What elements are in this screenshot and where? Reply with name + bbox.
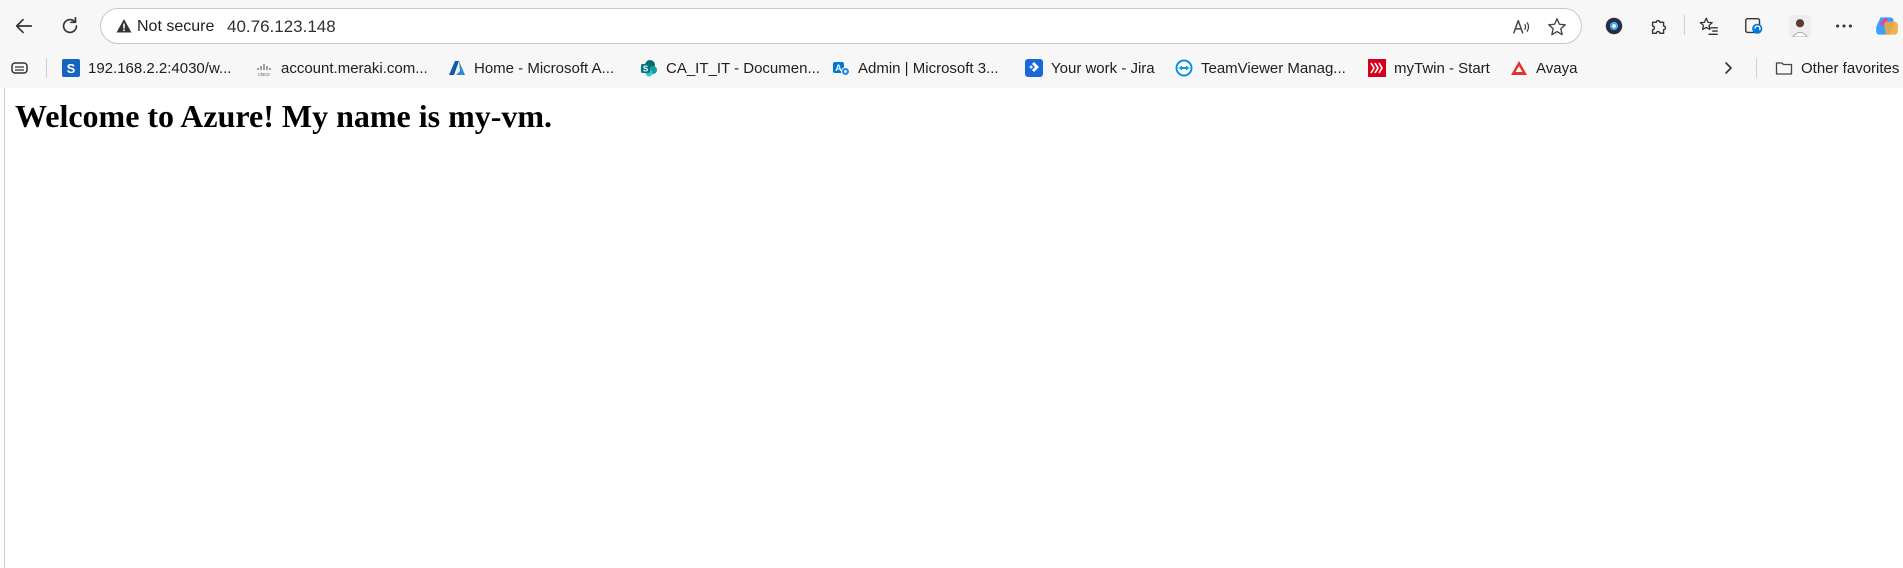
favorites-button[interactable] [1693,10,1725,42]
copilot-extension-button[interactable] [1598,10,1630,42]
azure-icon [448,59,466,77]
teamviewer-icon [1175,59,1193,77]
svg-text:cisco: cisco [258,72,270,77]
copilot-button[interactable] [1874,10,1903,42]
tab-actions-icon [11,62,28,74]
favorites-bar: S 192.168.2.2:4030/w... cisco account.me… [0,52,1903,84]
favorites-divider [1756,58,1757,78]
bookmark-label: Your work - Jira [1051,59,1155,77]
read-aloud-icon [1512,19,1530,34]
page-content: Welcome to Azure! My name is my-vm. [4,88,1903,568]
puzzle-icon [1651,19,1667,35]
page-title: Welcome to Azure! My name is my-vm. [15,98,553,134]
browser-toolbar: Not secure 40.76.123.148 [0,0,1903,50]
settings-more-button[interactable] [1828,10,1860,42]
url-text[interactable]: 40.76.123.148 [227,17,336,37]
bookmark-label: myTwin - Start [1394,59,1490,77]
bookmark-label: 192.168.2.2:4030/w... [88,59,232,77]
chevron-right-icon [1725,62,1732,74]
avatar [1789,15,1811,37]
mytwin-icon [1368,59,1386,77]
folder-icon [1775,59,1793,77]
bookmark-label: Home - Microsoft A... [474,59,615,77]
bookmark-label: Admin | Microsoft 3... [858,59,999,77]
bookmark-item[interactable]: Avaya [1510,55,1577,81]
copilot-circle-icon [1605,17,1623,35]
browser-chrome: Not secure 40.76.123.148 S 192.168.2.2:4… [0,0,1903,88]
bookmark-item[interactable]: Your work - Jira [1025,55,1155,81]
avaya-icon [1510,59,1528,77]
security-status-label[interactable]: Not secure [137,17,214,37]
address-bar[interactable]: Not secure 40.76.123.148 [100,8,1582,44]
refresh-icon [62,16,78,34]
bookmark-item[interactable]: A Admin | Microsoft 3... [832,55,999,81]
bookmark-label: account.meraki.com... [281,59,428,77]
other-favorites-label: Other favorites [1801,59,1900,77]
svg-text:S: S [67,61,76,76]
add-favorite-button[interactable] [1545,15,1569,39]
bookmark-item[interactable]: cisco account.meraki.com... [255,55,428,81]
favorites-list-icon [1699,17,1718,35]
favorites-divider [46,58,47,78]
profile-button[interactable] [1784,10,1816,42]
bookmark-item[interactable]: S 192.168.2.2:4030/w... [62,55,231,81]
extensions-button[interactable] [1643,10,1675,42]
bookmark-item[interactable]: myTwin - Start [1368,55,1490,81]
bookmark-item[interactable]: Home - Microsoft A... [448,55,614,81]
bookmark-label: Avaya [1536,59,1578,77]
jira-icon [1025,59,1043,77]
bookmark-item[interactable]: TeamViewer Manag... [1175,55,1346,81]
star-icon [1548,18,1566,36]
edge-collections-icon [1745,17,1763,34]
bookmark-item[interactable]: S CA_IT_IT - Documen... [640,55,820,81]
collections-button[interactable] [1738,10,1770,42]
cisco-icon: cisco [255,59,273,77]
more-dots-icon [1836,24,1852,28]
toolbar-divider [1684,15,1685,35]
copilot-icon [1876,17,1898,35]
microsoft365-admin-icon: A [832,59,850,77]
svg-text:S: S [643,65,649,74]
back-button[interactable] [8,10,40,42]
other-favorites-folder[interactable]: Other favorites [1775,55,1899,81]
refresh-button[interactable] [54,10,86,42]
warning-icon [116,19,132,33]
s-square-icon: S [62,59,80,77]
sharepoint-icon: S [640,59,658,77]
read-aloud-button[interactable] [1509,15,1533,39]
back-arrow-icon [15,18,33,34]
tab-actions-button[interactable] [10,55,30,81]
more-favorites-button[interactable] [1720,55,1736,81]
bookmark-label: TeamViewer Manag... [1201,59,1346,77]
bookmark-label: CA_IT_IT - Documen... [666,59,820,77]
